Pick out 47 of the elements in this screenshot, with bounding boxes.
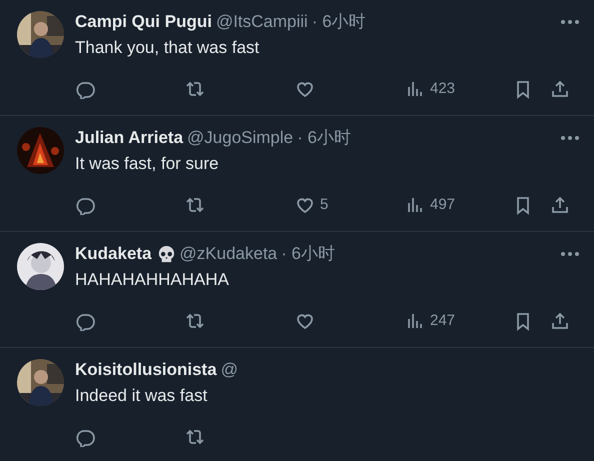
user-handle[interactable]: @ [220, 357, 238, 383]
reply-button[interactable] [75, 79, 95, 99]
user-handle[interactable]: @JugoSimple [187, 125, 294, 151]
reply-button[interactable] [75, 311, 95, 331]
share-icon [550, 195, 570, 215]
repost-icon [185, 427, 205, 447]
views-button[interactable]: 497 [405, 194, 456, 216]
user-handle[interactable]: @zKudaketa [180, 241, 278, 267]
repost-icon [185, 79, 205, 99]
views-button[interactable]: 247 [405, 310, 456, 332]
post-time[interactable]: · 6小时 [281, 241, 335, 267]
user-name[interactable]: Julian Arrieta [75, 125, 184, 151]
reply-icon [75, 79, 95, 99]
post-text: Indeed it was fast [75, 385, 208, 407]
share-icon [550, 311, 570, 331]
share-icon [550, 79, 570, 99]
user-handle[interactable]: @ItsCampiii [216, 9, 308, 35]
share-button[interactable] [550, 311, 570, 331]
reply-icon [75, 427, 95, 447]
post-text: Thank you, that was fast [75, 37, 260, 59]
reply-icon [75, 311, 95, 331]
repost-icon [185, 311, 205, 331]
post-time[interactable]: · 6小时 [297, 125, 351, 151]
reply-icon [75, 195, 95, 215]
repost-button[interactable] [185, 311, 205, 331]
repost-icon [185, 195, 205, 215]
repost-button[interactable] [185, 79, 205, 99]
post-time[interactable]: · 6小时 [312, 9, 366, 35]
bar-chart-icon [405, 311, 425, 331]
more-icon[interactable] [560, 251, 580, 257]
bar-chart-icon [405, 79, 425, 99]
post-text: HAHAHAHHAHAHA [75, 269, 230, 291]
repost-button[interactable] [185, 195, 205, 215]
user-name[interactable]: Campi Qui Pugui [75, 9, 212, 35]
like-button[interactable]: 5 [295, 194, 328, 216]
bar-chart-icon [405, 195, 425, 215]
reply-button[interactable] [75, 195, 95, 215]
views-button[interactable]: 423 [405, 78, 456, 100]
repost-button[interactable] [185, 427, 205, 447]
more-icon[interactable] [560, 135, 580, 141]
more-icon[interactable] [560, 19, 580, 25]
post-text: It was fast, for sure [75, 153, 220, 175]
share-button[interactable] [550, 79, 570, 99]
reply-button[interactable] [75, 427, 95, 447]
user-name[interactable]: Koisitollusionista [75, 357, 217, 383]
user-name[interactable]: Kudaketa [75, 241, 152, 267]
share-button[interactable] [550, 195, 570, 215]
